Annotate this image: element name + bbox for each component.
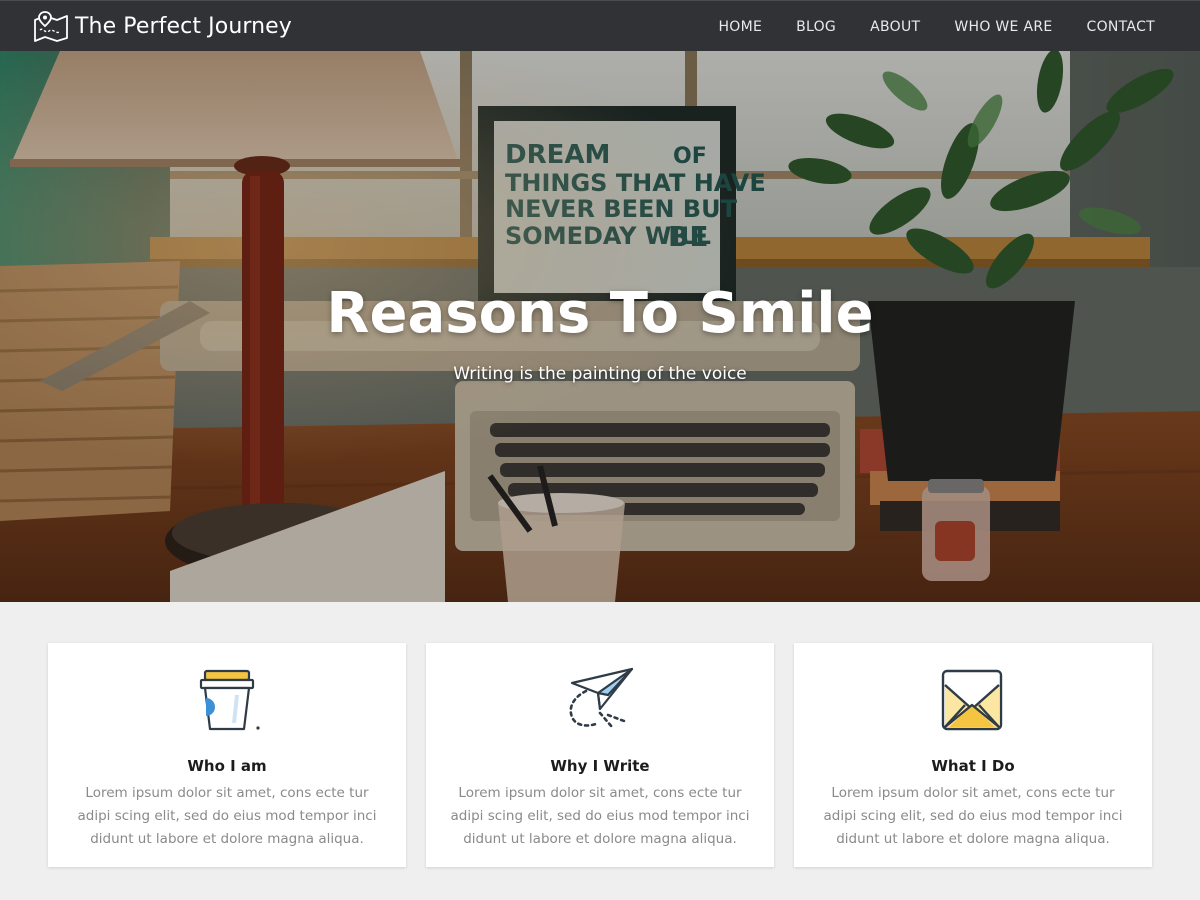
hero-banner: DREAMOF THINGS THAT HAVE NEVER BEEN BUT … (0, 51, 1200, 602)
feature-card-why-i-write: Why I Write Lorem ipsum dolor sit amet, … (426, 643, 774, 867)
feature-card-what-i-do: What I Do Lorem ipsum dolor sit amet, co… (794, 643, 1152, 867)
brand-link[interactable]: The Perfect Journey (33, 10, 292, 42)
nav-blog[interactable]: BLOG (796, 19, 836, 35)
brand-name: The Perfect Journey (75, 13, 292, 39)
feature-card-who-i-am: Who I am Lorem ipsum dolor sit amet, con… (48, 643, 406, 867)
main-nav: HOME BLOG ABOUT WHO WE ARE CONTACT (684, 1, 1155, 52)
nav-about[interactable]: ABOUT (870, 19, 920, 35)
map-pin-icon (34, 11, 68, 42)
site-header: The Perfect Journey HOME BLOG ABOUT WHO … (0, 0, 1200, 51)
envelope-icon (941, 669, 1003, 731)
hero-title: Reasons To Smile (326, 281, 874, 346)
feature-description: Lorem ipsum dolor sit amet, cons ecte tu… (450, 785, 750, 847)
feature-title: Who I am (187, 757, 267, 775)
feature-description: Lorem ipsum dolor sit amet, cons ecte tu… (823, 785, 1123, 847)
nav-home[interactable]: HOME (718, 19, 762, 35)
hero-subtitle: Writing is the painting of the voice (453, 364, 747, 384)
feature-description: Lorem ipsum dolor sit amet, cons ecte tu… (77, 785, 377, 847)
feature-title: Why I Write (550, 757, 650, 775)
paper-plane-icon (569, 667, 634, 729)
nav-contact[interactable]: CONTACT (1087, 19, 1156, 35)
coffee-cup-icon (199, 669, 260, 731)
nav-who-we-are[interactable]: WHO WE ARE (954, 19, 1052, 35)
feature-title: What I Do (931, 757, 1015, 775)
